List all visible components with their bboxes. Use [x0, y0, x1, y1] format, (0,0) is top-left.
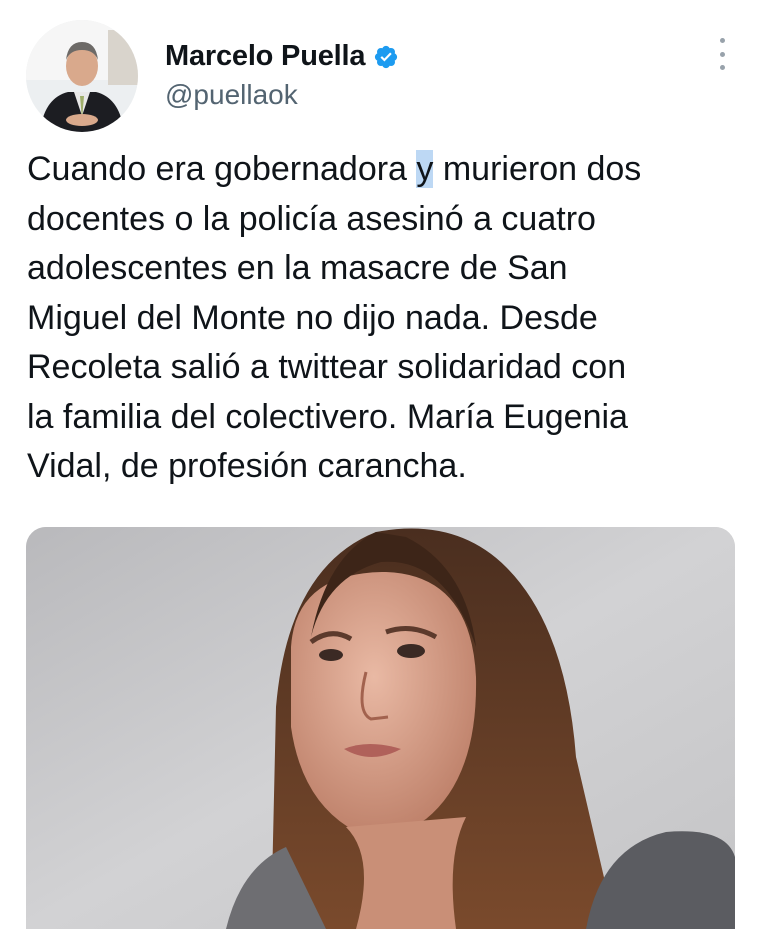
tweet-text-after: murieron dos docentes o la policía asesi…	[27, 150, 642, 485]
avatar-photo	[26, 20, 138, 132]
verified-badge-icon	[373, 44, 399, 70]
tweet-text-before: Cuando era gobernadora	[27, 150, 417, 188]
text-selection: y	[416, 150, 434, 188]
author-avatar[interactable]	[26, 20, 138, 132]
tweet-media-photo[interactable]	[26, 527, 735, 929]
author-name-row[interactable]: Marcelo Puella	[165, 40, 399, 73]
author-display-name[interactable]: Marcelo Puella	[165, 40, 365, 73]
tweet-text: Cuando era gobernadora y murieron dos do…	[27, 145, 747, 492]
more-options-icon[interactable]	[716, 38, 728, 70]
author-handle[interactable]: @puellaok	[165, 79, 298, 111]
portrait-photo-icon	[26, 527, 735, 929]
